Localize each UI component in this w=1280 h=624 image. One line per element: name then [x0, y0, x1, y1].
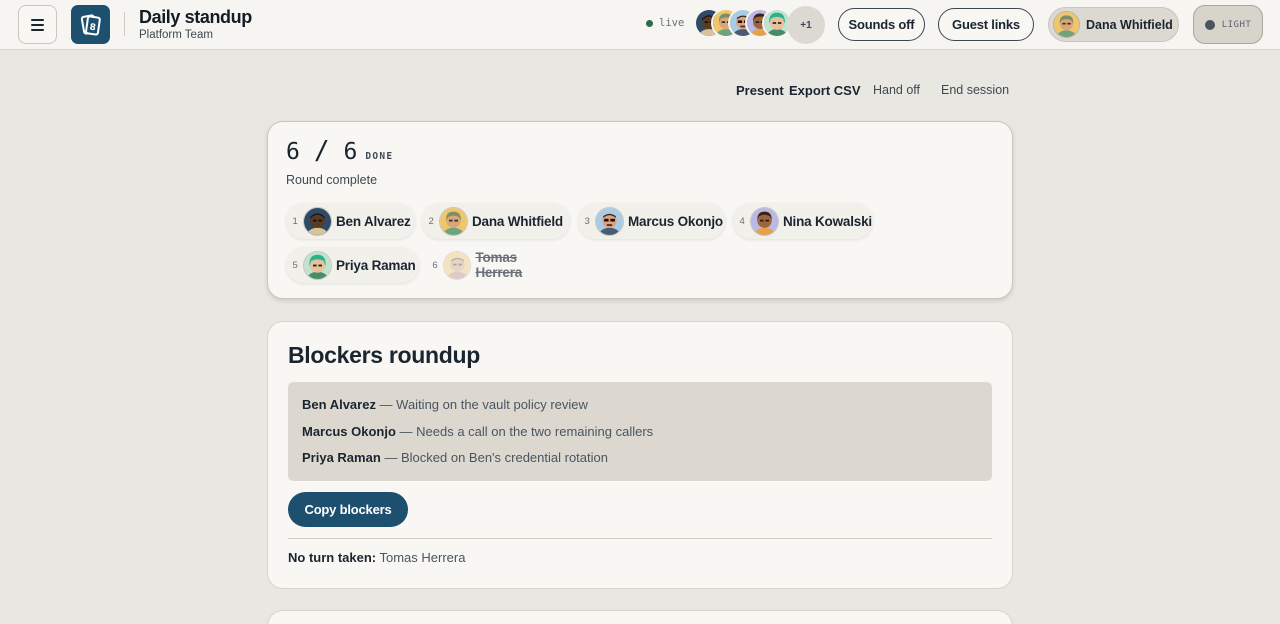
total-count: 6: [343, 139, 358, 165]
avatar: [595, 206, 624, 236]
present-link[interactable]: Present: [736, 83, 784, 98]
copy-blockers-button[interactable]: Copy blockers: [288, 492, 408, 527]
participant-chip[interactable]: 2 Dana Whitfield: [422, 203, 570, 239]
turn-number: 3: [584, 215, 590, 227]
participant-name: Ben Alvarez: [336, 213, 411, 229]
theme-label: LIGHT: [1221, 19, 1252, 30]
blocker-owner: Ben Alvarez: [302, 397, 376, 412]
participant-chip[interactable]: 3 Marcus Okonjo: [578, 203, 725, 239]
done-label: DONE: [365, 151, 394, 162]
top-bar: 8 Daily standup Platform Team live +1 So…: [0, 0, 1280, 50]
app-logo[interactable]: 8: [71, 5, 110, 44]
avatar: [303, 206, 332, 236]
live-dot-icon: [646, 19, 653, 27]
user-menu-button[interactable]: Dana Whitfield: [1048, 7, 1179, 42]
blocker-text: — Blocked on Ben's credential rotation: [380, 450, 608, 465]
turn-number: 5: [292, 259, 298, 271]
participant-name: Nina Kowalski: [783, 213, 872, 229]
participant-chip-skipped[interactable]: 6 Tomas Herrera: [426, 247, 566, 283]
participant-chip[interactable]: 1 Ben Alvarez: [286, 203, 415, 239]
blocker-item: Ben Alvarez — Waiting on the vault polic…: [302, 396, 978, 423]
menu-button[interactable]: [18, 5, 57, 44]
export-csv-link[interactable]: Export CSV: [789, 83, 861, 98]
participant-chip[interactable]: 4 Nina Kowalski: [733, 203, 873, 239]
live-label: live: [659, 17, 685, 29]
end-session-link[interactable]: End session: [941, 83, 1009, 97]
participant-name: Priya Raman: [336, 257, 416, 273]
avatar: [303, 250, 332, 280]
avatar: [750, 206, 779, 236]
blockers-title: Blockers roundup: [288, 342, 481, 368]
presence-avatars[interactable]: +1: [694, 6, 826, 44]
blocker-text: — Needs a call on the two remaining call…: [395, 423, 654, 439]
no-turn-summary: No turn taken: Tomas Herrera: [288, 550, 465, 565]
blocker-owner: Priya Raman: [302, 450, 381, 465]
participant-chip[interactable]: 5 Priya Raman: [286, 247, 419, 283]
header-divider: [124, 12, 125, 36]
blocker-item: Marcus Okonjo — Needs a call on the two …: [302, 423, 978, 450]
divider: [288, 538, 992, 539]
live-indicator: live: [646, 17, 684, 29]
turn-number: 6: [432, 259, 438, 271]
participant-name: Tomas Herrera: [475, 250, 523, 280]
next-card: [267, 610, 1013, 624]
turn-number: 4: [739, 215, 745, 227]
no-turn-names: Tomas Herrera: [376, 550, 466, 565]
round-counter: 6 / 6 DONE: [286, 136, 394, 166]
hand-off-link[interactable]: Hand off: [873, 83, 920, 97]
turn-number: 1: [292, 215, 298, 227]
blockers-card: Blockers roundup Ben Alvarez — Waiting o…: [267, 321, 1013, 589]
participant-name: Marcus Okonjo: [628, 213, 723, 229]
avatar: [442, 250, 472, 280]
more-participants-badge[interactable]: +1: [787, 6, 825, 44]
turn-number: 2: [428, 215, 434, 227]
round-card: 6 / 6 DONE Round complete 1 Ben Alvarez …: [267, 121, 1013, 299]
team-name: Platform Team: [139, 29, 213, 41]
no-turn-label: No turn taken:: [288, 550, 377, 565]
avatar: [1053, 11, 1080, 38]
cards-logo-icon: 8: [80, 13, 101, 35]
blocker-text: — Waiting on the vault policy review: [375, 397, 588, 412]
blockers-list: Ben Alvarez — Waiting on the vault polic…: [288, 382, 992, 481]
theme-dot-icon: [1204, 19, 1215, 30]
done-count: 6: [286, 139, 300, 165]
sounds-toggle-button[interactable]: Sounds off: [838, 8, 925, 41]
theme-toggle-button[interactable]: LIGHT: [1193, 5, 1263, 44]
guest-links-button[interactable]: Guest links: [938, 8, 1034, 41]
page-title: Daily standup: [139, 7, 252, 27]
round-status: Round complete: [286, 173, 378, 187]
user-name: Dana Whitfield: [1086, 17, 1173, 32]
avatar: [439, 206, 468, 236]
blocker-owner: Marcus Okonjo: [302, 423, 396, 439]
menu-icon: [31, 18, 44, 21]
participant-name: Dana Whitfield: [472, 213, 563, 229]
blocker-item: Priya Raman — Blocked on Ben's credentia…: [302, 449, 978, 476]
